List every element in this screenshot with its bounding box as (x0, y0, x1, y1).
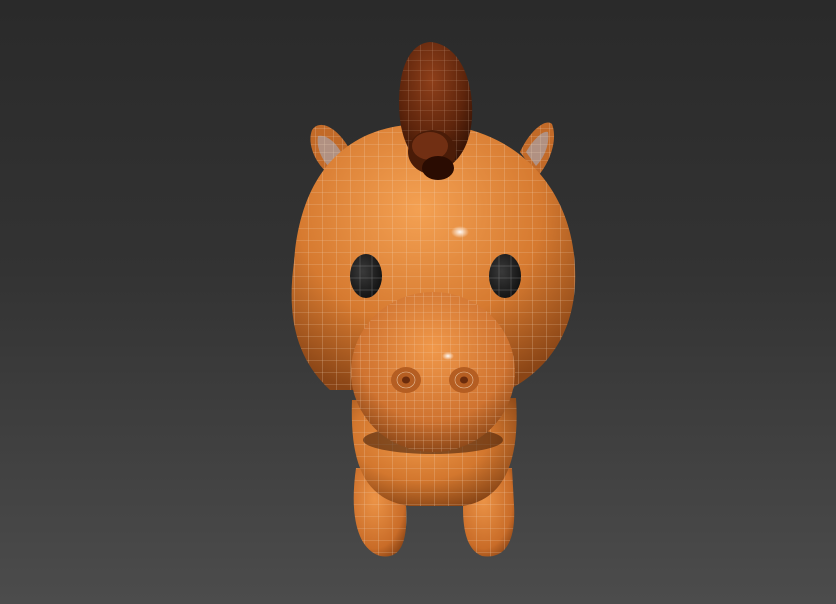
horse-nostril-left[interactable] (391, 367, 421, 393)
horse-nostril-right[interactable] (449, 367, 479, 393)
horse-eye-left[interactable] (350, 254, 382, 298)
viewport-scene[interactable] (0, 0, 836, 604)
horse-eye-right[interactable] (489, 254, 521, 298)
3d-viewport[interactable] (0, 0, 836, 604)
